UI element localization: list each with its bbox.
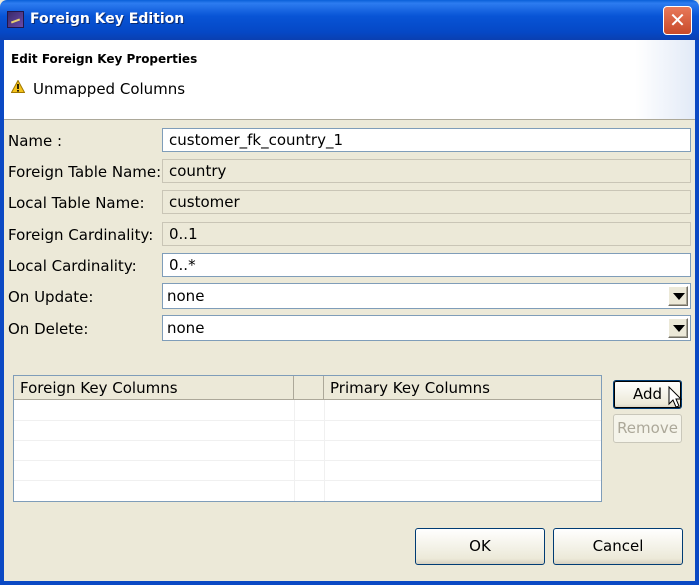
name-input[interactable]: customer_fk_country_1 bbox=[162, 128, 691, 152]
column-header-foreign-key[interactable]: Foreign Key Columns bbox=[14, 376, 294, 400]
header-message: Unmapped Columns bbox=[33, 80, 186, 98]
header-title: Edit Foreign Key Properties bbox=[11, 52, 198, 66]
remove-button[interactable]: Remove bbox=[613, 414, 682, 443]
local-cardinality-input[interactable]: 0..* bbox=[162, 253, 691, 277]
column-header-spacer[interactable] bbox=[294, 376, 324, 400]
header-banner-image bbox=[635, 40, 695, 119]
on-update-label: On Update: bbox=[8, 288, 94, 306]
table-row bbox=[14, 480, 601, 481]
table-row bbox=[14, 460, 601, 461]
foreign-table-label: Foreign Table Name: bbox=[8, 163, 162, 181]
column-mapping-table[interactable]: Foreign Key Columns Primary Key Columns bbox=[13, 375, 602, 502]
local-cardinality-label: Local Cardinality: bbox=[8, 257, 137, 275]
on-update-select[interactable]: none bbox=[162, 283, 691, 309]
on-delete-select[interactable]: none bbox=[162, 315, 691, 341]
chevron-down-icon[interactable] bbox=[668, 286, 688, 306]
window-frame-left bbox=[0, 40, 4, 585]
on-delete-value: none bbox=[167, 319, 205, 337]
mouse-cursor-icon bbox=[668, 386, 683, 408]
column-divider bbox=[294, 400, 295, 501]
app-icon bbox=[7, 11, 24, 28]
chevron-down-icon[interactable] bbox=[668, 318, 688, 338]
window-frame-right bbox=[695, 40, 699, 585]
name-label: Name : bbox=[8, 132, 63, 150]
on-update-value: none bbox=[167, 287, 205, 305]
warning-icon bbox=[11, 80, 25, 93]
table-row bbox=[14, 420, 601, 421]
local-table-field: customer bbox=[162, 190, 691, 214]
foreign-table-field: country bbox=[162, 159, 691, 183]
window-frame-bottom bbox=[0, 581, 699, 585]
cancel-button[interactable]: Cancel bbox=[553, 528, 683, 565]
foreign-cardinality-field: 0..1 bbox=[162, 222, 691, 246]
window-title: Foreign Key Edition bbox=[30, 11, 185, 27]
close-button[interactable]: ✕ bbox=[663, 6, 692, 35]
column-divider bbox=[324, 400, 325, 501]
table-row bbox=[14, 440, 601, 441]
on-delete-label: On Delete: bbox=[8, 320, 89, 338]
foreign-cardinality-label: Foreign Cardinality: bbox=[8, 226, 154, 244]
column-header-primary-key[interactable]: Primary Key Columns bbox=[324, 376, 601, 400]
dialog-header: Edit Foreign Key Properties Unmapped Col… bbox=[4, 40, 695, 120]
ok-button[interactable]: OK bbox=[415, 528, 545, 565]
title-bar: Foreign Key Edition ✕ bbox=[0, 0, 699, 40]
local-table-label: Local Table Name: bbox=[8, 194, 145, 212]
